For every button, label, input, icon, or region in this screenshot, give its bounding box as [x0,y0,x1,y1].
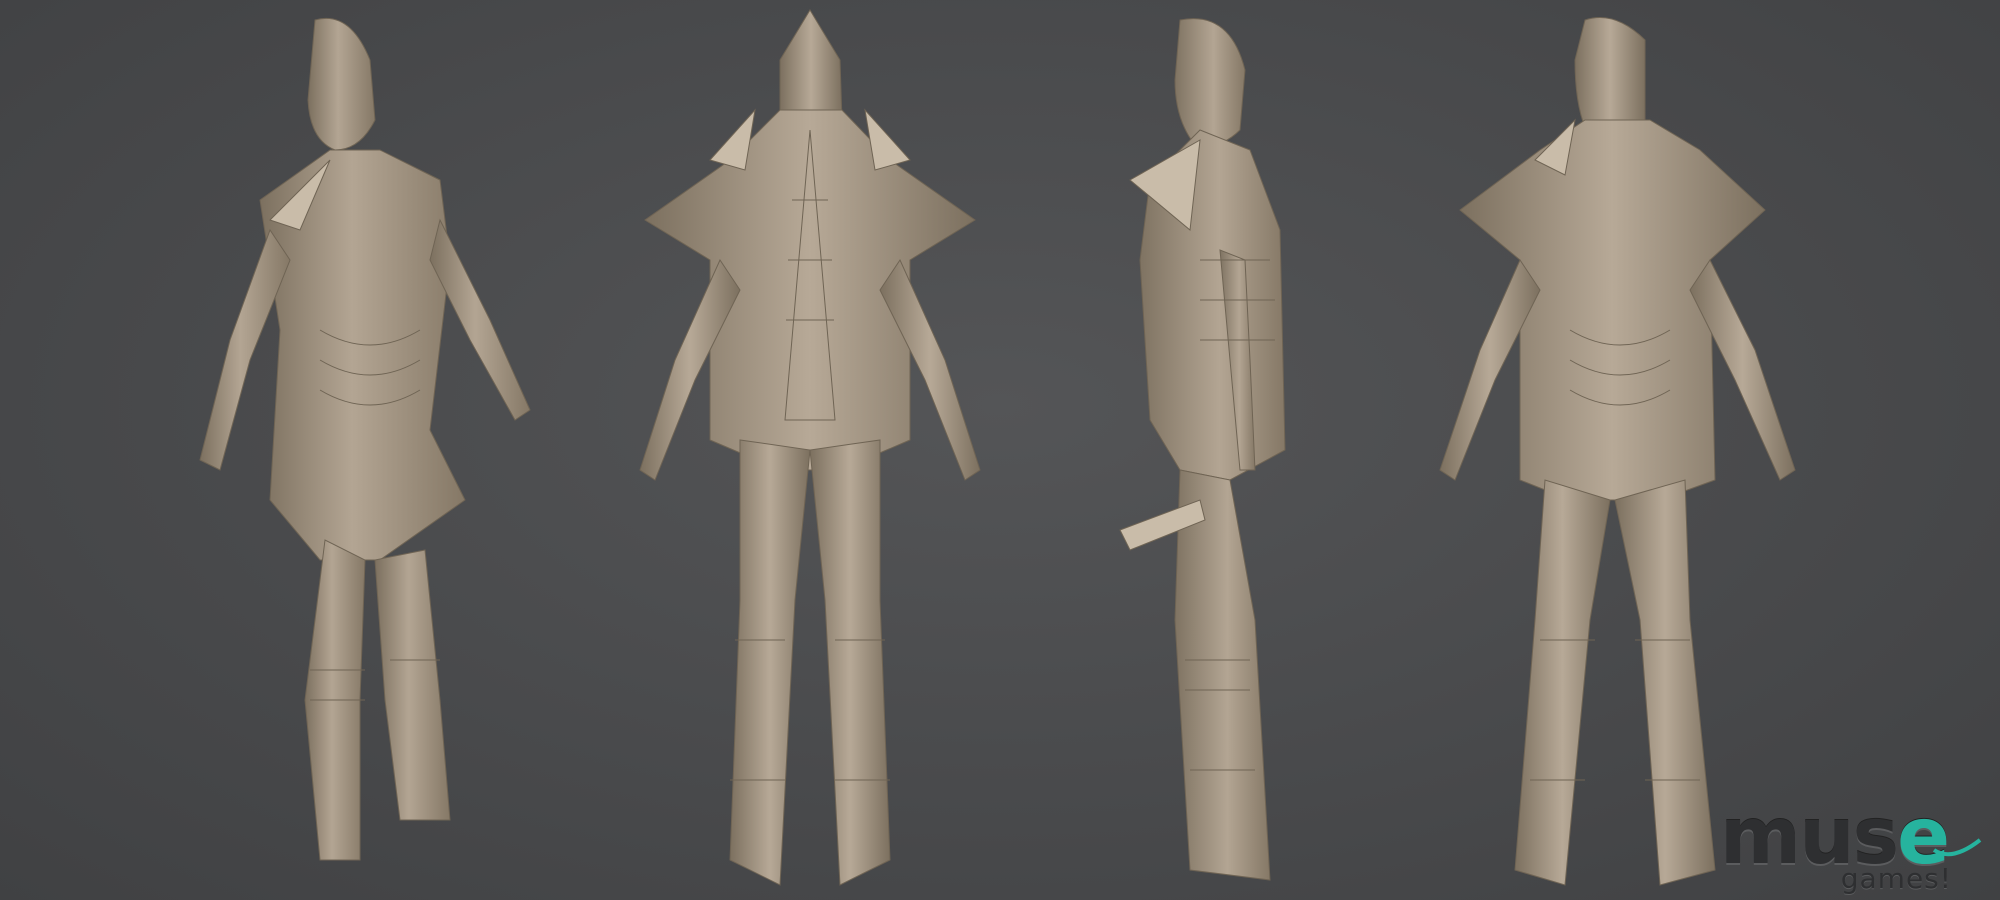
swoosh-icon [1932,838,1982,857]
character-view-side [1080,0,1340,900]
character-view-back [580,0,1040,900]
sculpt-figure-1 [199,17,531,861]
character-view-front [1370,0,1850,900]
sculpt-figure-3 [1119,18,1286,881]
muse-games-logo: muse games! [1692,792,1982,895]
character-view-three-quarter [120,0,560,900]
render-viewport: muse games! [0,0,2000,900]
logo-subtitle: games! [1840,862,1952,895]
sculpt-figure-4 [1439,17,1796,886]
sculpt-figure-2 [639,9,981,886]
